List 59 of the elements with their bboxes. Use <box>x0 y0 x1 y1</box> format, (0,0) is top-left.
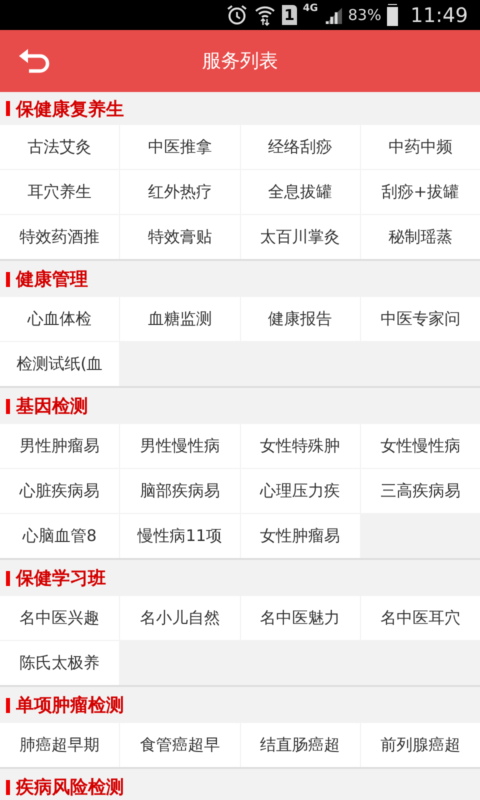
service-item[interactable]: 中医专家问 <box>360 297 480 341</box>
service-item[interactable]: 女性特殊肿 <box>240 424 360 468</box>
service-item[interactable]: 中药中频 <box>360 125 480 169</box>
service-item[interactable]: 陈氏太极养 <box>0 641 120 685</box>
service-item[interactable]: 心脑血管8 <box>0 514 120 558</box>
service-item[interactable]: 古法艾灸 <box>0 125 120 169</box>
service-item[interactable]: 前列腺癌超 <box>360 723 480 767</box>
section-title: 健康管理 <box>16 268 88 291</box>
network-type: 4G <box>302 3 318 14</box>
section-title: 保健学习班 <box>16 567 106 590</box>
service-item[interactable]: 名中医魅力 <box>240 596 360 640</box>
service-item[interactable]: 三高疾病易 <box>360 469 480 513</box>
back-arrow-icon <box>18 48 52 74</box>
section-title: 单项肿瘤检测 <box>16 694 124 717</box>
section-marker <box>6 570 10 586</box>
service-item[interactable]: 男性肿瘤易 <box>0 424 120 468</box>
section-marker <box>6 272 10 286</box>
service-item[interactable]: 脑部疾病易 <box>120 469 240 513</box>
service-item[interactable]: 心脏疾病易 <box>0 469 120 513</box>
alarm-icon <box>226 4 248 26</box>
service-item[interactable]: 血糖监测 <box>120 297 240 341</box>
service-item[interactable]: 慢性病11项 <box>120 514 240 558</box>
service-item[interactable]: 太百川掌灸 <box>240 215 360 259</box>
service-item[interactable]: 男性慢性病 <box>120 424 240 468</box>
wifi-icon <box>254 4 276 26</box>
service-item[interactable]: 女性肿瘤易 <box>240 514 360 558</box>
section-marker <box>6 698 10 712</box>
battery-icon <box>387 4 398 26</box>
page-title: 服务列表 <box>201 49 279 74</box>
service-item[interactable]: 名中医兴趣 <box>0 596 120 640</box>
service-item[interactable]: 结直肠癌超 <box>240 723 360 767</box>
service-item[interactable]: 检测试纸(血 <box>0 342 120 386</box>
clock-time: 11:49 <box>410 3 468 27</box>
service-item[interactable]: 女性慢性病 <box>360 424 480 468</box>
service-item[interactable]: 耳穴养生 <box>0 170 120 214</box>
service-item[interactable]: 经络刮痧 <box>240 125 360 169</box>
service-item[interactable]: 食管癌超早 <box>120 723 240 767</box>
service-item[interactable]: 健康报告 <box>240 297 360 341</box>
section-title: 基因检测 <box>16 395 88 418</box>
battery-percentage: 83% <box>348 6 382 24</box>
section-title: 保健康复养生 <box>16 98 124 120</box>
service-item[interactable]: 名小儿自然 <box>120 596 240 640</box>
service-item[interactable]: 秘制瑶蒸 <box>360 215 480 259</box>
service-item[interactable]: 肺癌超早期 <box>0 723 120 767</box>
service-item[interactable]: 名中医耳穴 <box>360 596 480 640</box>
service-item[interactable]: 特效药酒推 <box>0 215 120 259</box>
section-marker <box>6 101 10 116</box>
signal-icon <box>324 6 342 24</box>
section-marker <box>6 398 10 414</box>
service-item[interactable]: 刮痧+拔罐 <box>360 170 480 214</box>
service-item[interactable]: 中医推拿 <box>120 125 240 169</box>
service-item[interactable]: 红外热疗 <box>120 170 240 214</box>
sim-card-icon: 1 <box>282 5 297 25</box>
service-item[interactable]: 特效膏贴 <box>120 215 240 259</box>
service-item[interactable]: 心血体检 <box>0 297 120 341</box>
service-item[interactable]: 全息拔罐 <box>240 170 360 214</box>
section-marker <box>6 780 10 794</box>
service-item[interactable]: 心理压力疾 <box>240 469 360 513</box>
section-title: 疾病风险检测 <box>16 776 124 799</box>
